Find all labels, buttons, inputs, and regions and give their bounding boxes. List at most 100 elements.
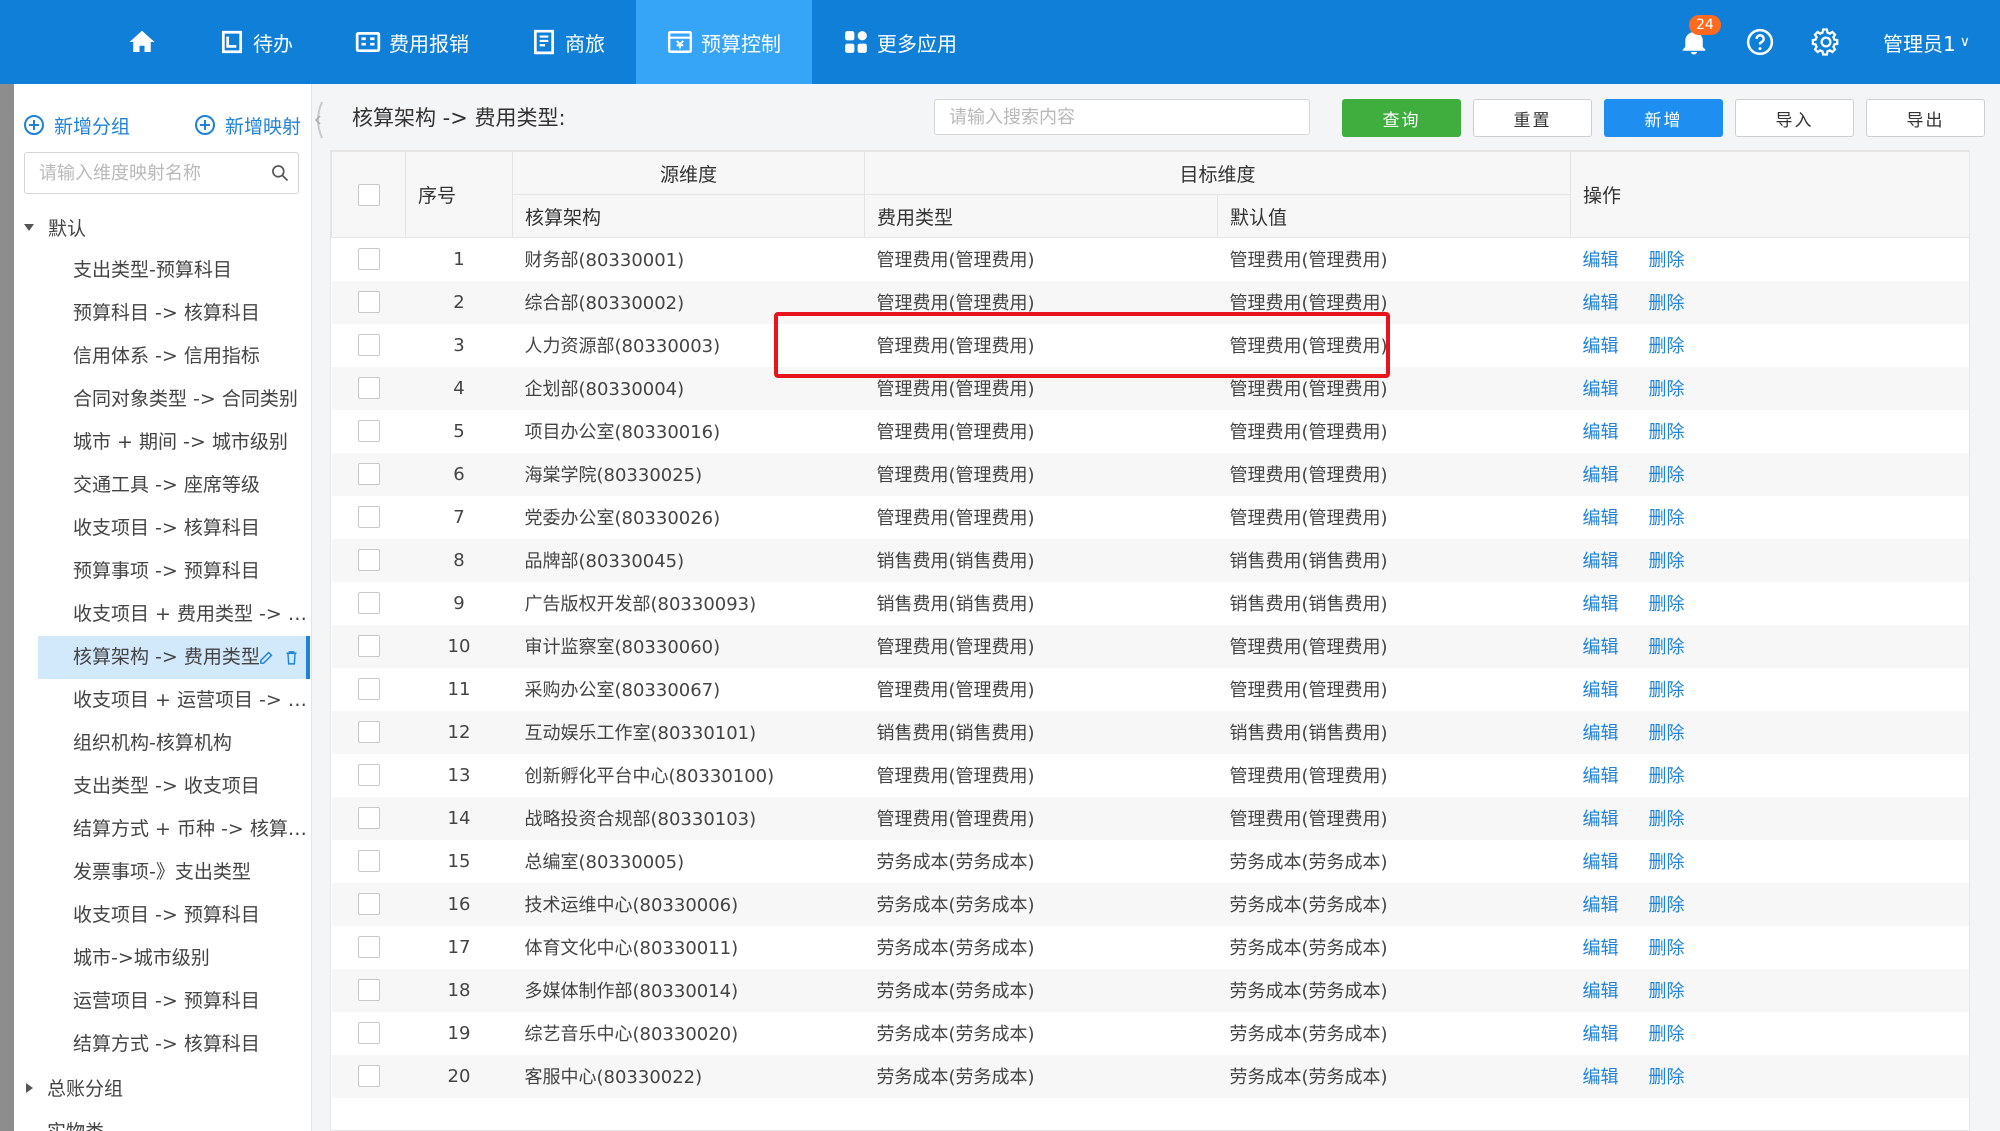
edit-link[interactable]: 编辑 xyxy=(1583,336,1619,357)
nav-todo[interactable]: 待办 xyxy=(188,0,324,84)
tree-item[interactable]: 支出类型 -> 收支项目 xyxy=(14,765,311,808)
edit-link[interactable]: 编辑 xyxy=(1583,1067,1619,1088)
tree-item[interactable]: 收支项目 -> 核算科目 xyxy=(14,507,311,550)
settings-gear-icon[interactable] xyxy=(1811,27,1841,57)
tree-item[interactable]: 结算方式 -> 核算科目 xyxy=(14,1023,311,1066)
edit-pencil-icon[interactable] xyxy=(258,649,275,666)
edit-link[interactable]: 编辑 xyxy=(1583,680,1619,701)
delete-link[interactable]: 删除 xyxy=(1649,637,1685,658)
delete-link[interactable]: 删除 xyxy=(1649,336,1685,357)
edit-link[interactable]: 编辑 xyxy=(1583,551,1619,572)
search-input[interactable] xyxy=(935,100,1309,134)
user-menu[interactable]: 管理员1 ∨ xyxy=(1883,28,1970,57)
nav-more[interactable]: 更多应用 xyxy=(812,0,988,84)
row-checkbox[interactable] xyxy=(357,248,380,271)
tree-group-ledger[interactable]: 总账分组 xyxy=(14,1066,311,1109)
edit-link[interactable]: 编辑 xyxy=(1583,766,1619,787)
edit-link[interactable]: 编辑 xyxy=(1583,293,1619,314)
row-checkbox[interactable] xyxy=(357,721,380,743)
export-button[interactable]: 导出 xyxy=(1866,99,1985,137)
row-checkbox[interactable] xyxy=(357,592,380,614)
edit-link[interactable]: 编辑 xyxy=(1583,422,1619,443)
tree-item[interactable]: 合同对象类型 -> 合同类别 xyxy=(14,378,311,421)
edit-link[interactable]: 编辑 xyxy=(1583,465,1619,486)
delete-link[interactable]: 删除 xyxy=(1649,422,1685,443)
tree-item[interactable]: 收支项目 + 运营项目 -> 核算科目 xyxy=(14,679,311,722)
edit-link[interactable]: 编辑 xyxy=(1583,1024,1619,1045)
add-group-button[interactable]: 新增分组 xyxy=(24,104,130,146)
row-checkbox[interactable] xyxy=(357,979,380,1001)
tree-item[interactable]: 收支项目 -> 预算科目 xyxy=(14,894,311,937)
delete-link[interactable]: 删除 xyxy=(1649,852,1685,873)
delete-link[interactable]: 删除 xyxy=(1649,680,1685,701)
edit-link[interactable]: 编辑 xyxy=(1583,809,1619,830)
bell-icon[interactable]: 24 xyxy=(1679,15,1721,57)
nav-expense[interactable]: 费用报销 xyxy=(324,0,500,84)
tree-group-default[interactable]: 默认 xyxy=(14,206,311,249)
delete-link[interactable]: 删除 xyxy=(1649,981,1685,1002)
row-checkbox[interactable] xyxy=(357,807,380,829)
tree-item[interactable]: 交通工具 -> 座席等级 xyxy=(14,464,311,507)
row-checkbox[interactable] xyxy=(357,936,380,958)
edit-link[interactable]: 编辑 xyxy=(1583,981,1619,1002)
sidebar-collapse-handle[interactable] xyxy=(312,100,324,140)
row-checkbox[interactable] xyxy=(357,678,380,700)
row-checkbox[interactable] xyxy=(357,549,380,571)
row-checkbox[interactable] xyxy=(357,764,380,786)
tree-item[interactable]: 城市 + 期间 -> 城市级别 xyxy=(14,421,311,464)
delete-link[interactable]: 删除 xyxy=(1649,766,1685,787)
edit-link[interactable]: 编辑 xyxy=(1583,723,1619,744)
tree-item[interactable]: 发票事项-》支出类型 xyxy=(14,851,311,894)
tree-item[interactable]: 信用体系 -> 信用指标 xyxy=(14,335,311,378)
add-mapping-button[interactable]: 新增映射 xyxy=(194,104,301,146)
edit-link[interactable]: 编辑 xyxy=(1583,938,1619,959)
import-button[interactable]: 导入 xyxy=(1735,99,1854,137)
tree-item[interactable]: 预算事项 -> 预算科目 xyxy=(14,550,311,593)
row-checkbox[interactable] xyxy=(357,291,380,313)
query-button[interactable]: 查询 xyxy=(1342,99,1461,137)
edit-link[interactable]: 编辑 xyxy=(1583,637,1619,658)
tree-item[interactable]: 结算方式 + 币种 -> 核算科目 xyxy=(14,808,311,851)
row-checkbox[interactable] xyxy=(357,1022,380,1044)
nav-budget[interactable]: 预算控制 xyxy=(636,0,812,84)
delete-link[interactable]: 删除 xyxy=(1649,723,1685,744)
edit-link[interactable]: 编辑 xyxy=(1583,895,1619,916)
row-checkbox[interactable] xyxy=(357,377,380,399)
delete-link[interactable]: 删除 xyxy=(1649,809,1685,830)
delete-link[interactable]: 删除 xyxy=(1649,465,1685,486)
add-button[interactable]: 新增 xyxy=(1604,99,1723,137)
row-checkbox[interactable] xyxy=(357,1065,380,1087)
search-icon[interactable] xyxy=(270,163,290,183)
edit-link[interactable]: 编辑 xyxy=(1583,594,1619,615)
delete-link[interactable]: 删除 xyxy=(1649,1024,1685,1045)
delete-link[interactable]: 删除 xyxy=(1649,938,1685,959)
tree-group-physical[interactable]: 实物类 xyxy=(14,1109,311,1131)
trash-icon[interactable] xyxy=(283,649,300,666)
tree-item[interactable]: 组织机构-核算机构 xyxy=(14,722,311,765)
row-checkbox[interactable] xyxy=(357,420,380,442)
tree-item[interactable]: 城市->城市级别 xyxy=(14,937,311,980)
edit-link[interactable]: 编辑 xyxy=(1583,379,1619,400)
edit-link[interactable]: 编辑 xyxy=(1583,508,1619,529)
delete-link[interactable]: 删除 xyxy=(1649,508,1685,529)
nav-home[interactable] xyxy=(96,0,188,84)
row-checkbox[interactable] xyxy=(357,850,380,872)
row-checkbox[interactable] xyxy=(357,893,380,915)
nav-travel[interactable]: 商旅 xyxy=(500,0,636,84)
mapping-search-input[interactable] xyxy=(25,162,265,184)
delete-link[interactable]: 删除 xyxy=(1649,895,1685,916)
help-icon[interactable] xyxy=(1745,27,1775,57)
row-checkbox[interactable] xyxy=(357,463,380,485)
reset-button[interactable]: 重置 xyxy=(1473,99,1592,137)
delete-link[interactable]: 删除 xyxy=(1649,379,1685,400)
delete-link[interactable]: 删除 xyxy=(1649,1067,1685,1088)
delete-link[interactable]: 删除 xyxy=(1649,250,1685,271)
delete-link[interactable]: 删除 xyxy=(1649,551,1685,572)
tree-item[interactable]: 运营项目 -> 预算科目 xyxy=(14,980,311,1023)
row-checkbox[interactable] xyxy=(357,506,380,528)
row-checkbox[interactable] xyxy=(357,635,380,657)
tree-item[interactable]: 收支项目 + 费用类型 -> 核算科目 xyxy=(14,593,311,636)
tree-item[interactable]: 核算架构 -> 费用类型 xyxy=(38,636,310,679)
edit-link[interactable]: 编辑 xyxy=(1583,250,1619,271)
tree-item[interactable]: 支出类型-预算科目 xyxy=(14,249,311,292)
